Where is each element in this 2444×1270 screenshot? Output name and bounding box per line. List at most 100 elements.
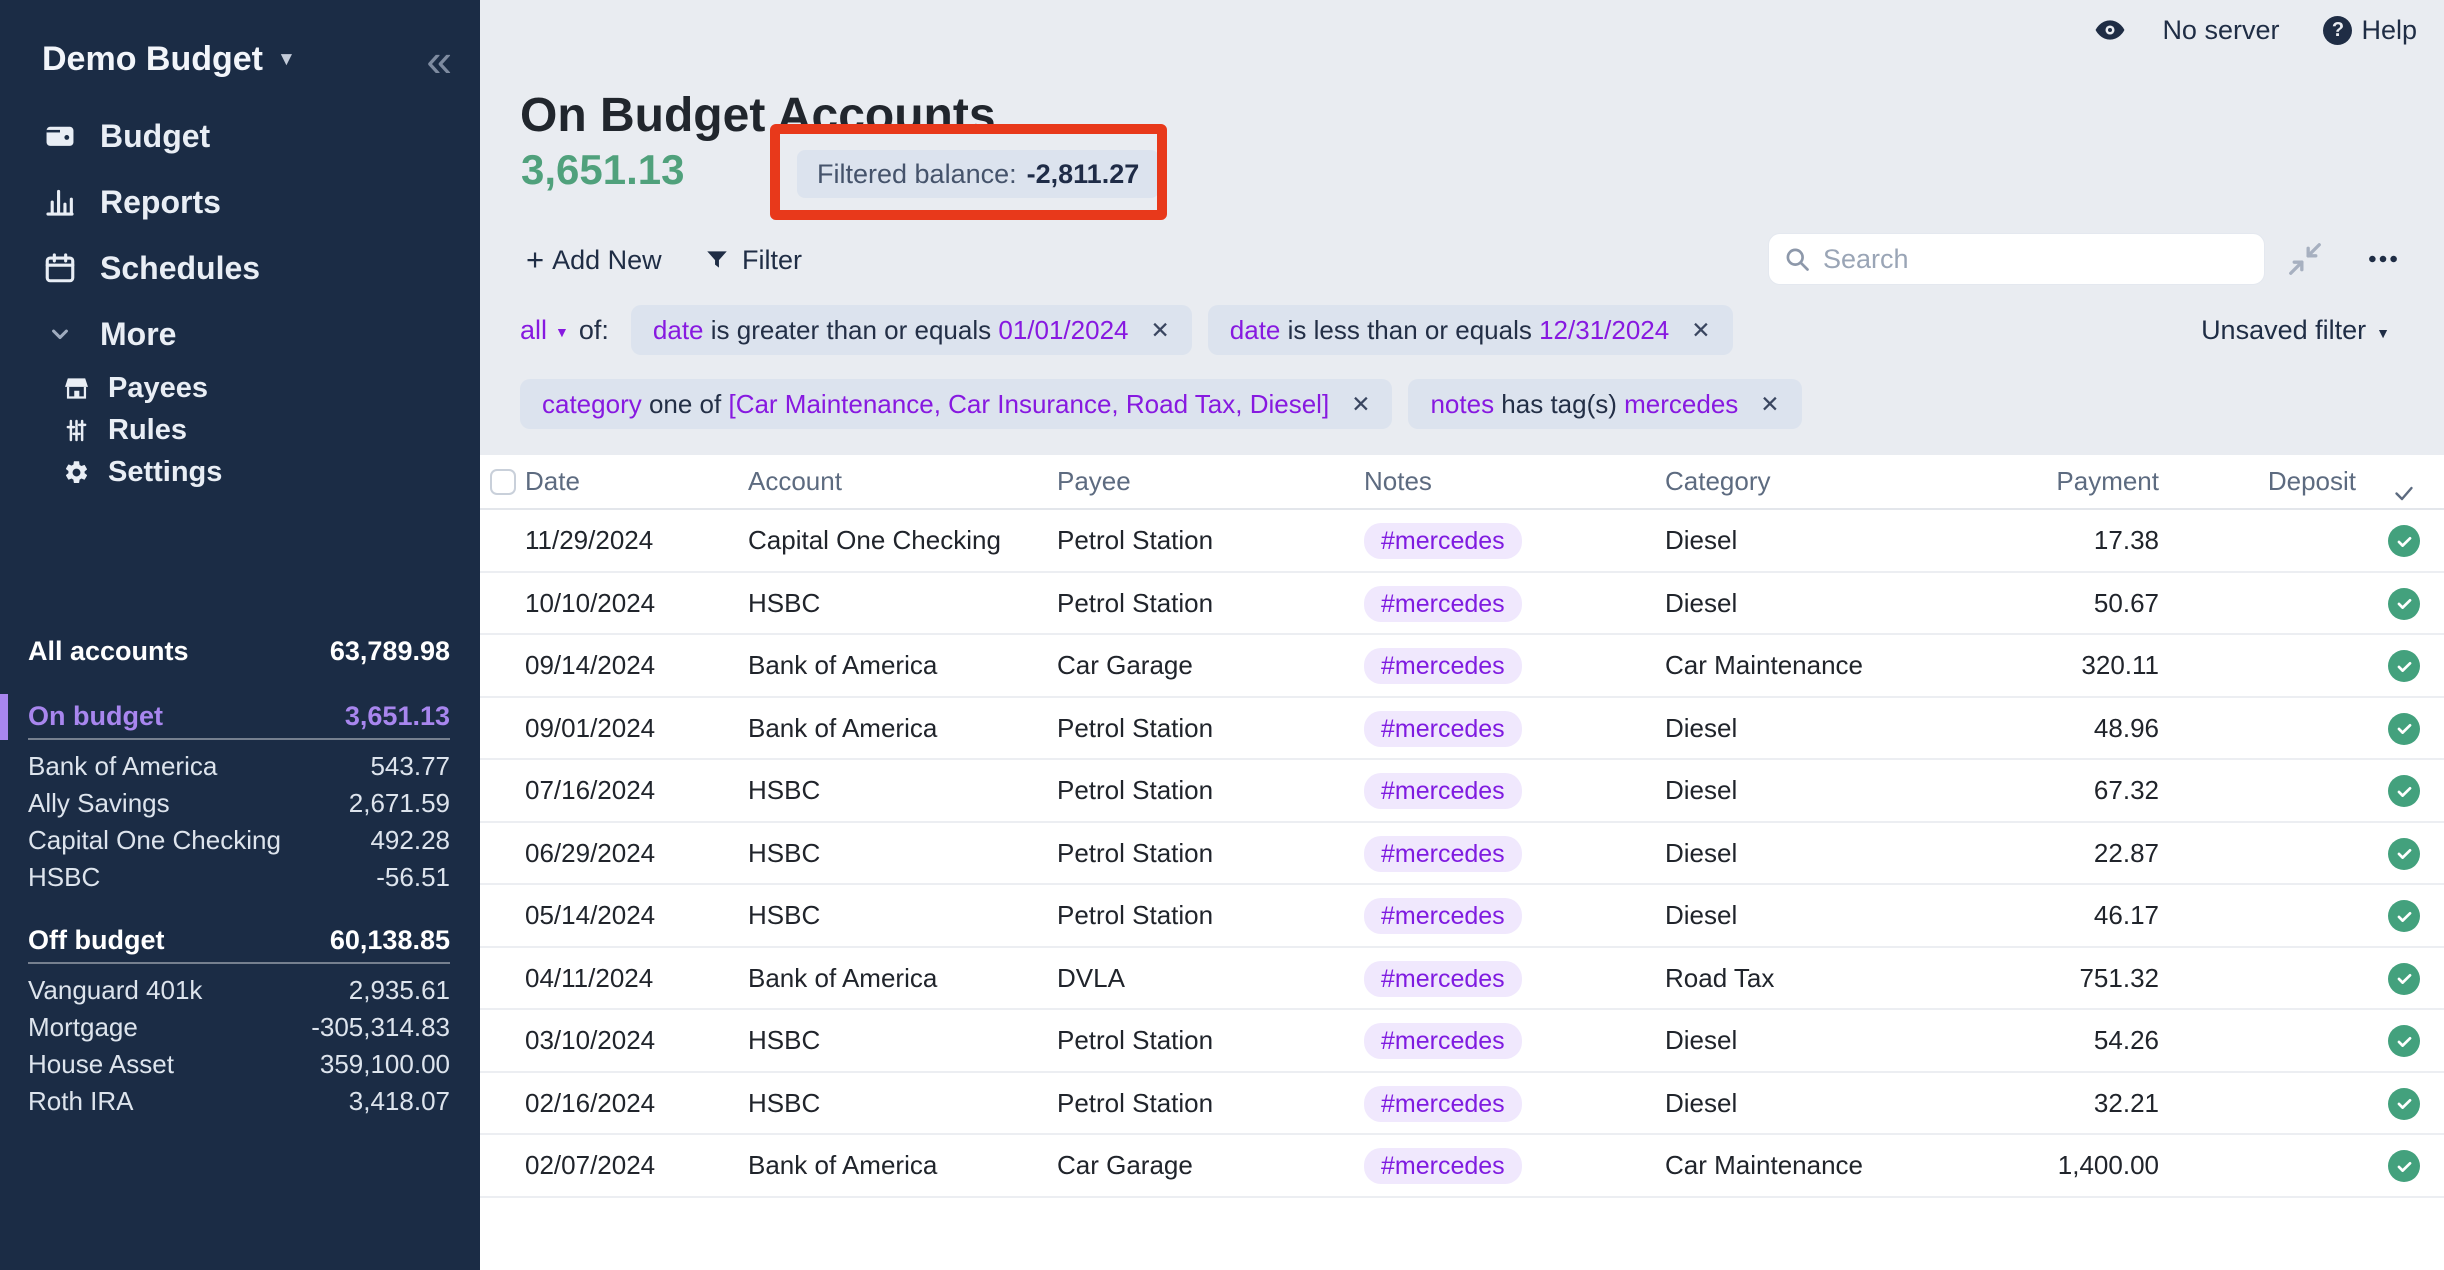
search-icon (1783, 245, 1811, 273)
remove-filter-icon[interactable]: ✕ (1351, 391, 1370, 418)
note-tag[interactable]: #mercedes (1364, 1148, 1522, 1184)
sidebar-item-settings[interactable]: Settings (0, 451, 480, 493)
account-group-header[interactable]: On budget3,651.13 (28, 694, 450, 740)
sidebar-item-schedules[interactable]: Schedules (0, 235, 480, 301)
remove-filter-icon[interactable]: ✕ (1691, 317, 1710, 344)
sidebar-item-budget[interactable]: Budget (0, 103, 480, 169)
cell-cleared[interactable] (2388, 573, 2420, 635)
accounts-balance: 3,651.13 (521, 146, 685, 194)
cell-date: 11/29/2024 (525, 510, 653, 570)
table-row[interactable]: 02/07/2024Bank of AmericaCar Garage#merc… (480, 1135, 2444, 1198)
table-row[interactable]: 03/10/2024HSBCPetrol Station#mercedesDie… (480, 1010, 2444, 1073)
filter-chip[interactable]: notes has tag(s) mercedes✕ (1408, 379, 1801, 429)
note-tag[interactable]: #mercedes (1364, 648, 1522, 684)
sidebar-item-label: Settings (108, 456, 222, 489)
note-tag[interactable]: #mercedes (1364, 711, 1522, 747)
privacy-eye-icon[interactable] (2094, 14, 2126, 46)
note-tag[interactable]: #mercedes (1364, 836, 1522, 872)
filter-chip[interactable]: date is less than or equals 12/31/2024✕ (1208, 305, 1733, 355)
column-header-payment[interactable]: Payment (2056, 455, 2159, 508)
filter-chip[interactable]: category one of [Car Maintenance, Car In… (520, 379, 1392, 429)
column-header-payee[interactable]: Payee (1057, 455, 1131, 508)
server-status[interactable]: No server (2162, 15, 2279, 46)
sidebar-item-payees[interactable]: Payees (0, 367, 480, 409)
note-tag[interactable]: #mercedes (1364, 523, 1522, 559)
account-item[interactable]: Ally Savings2,671.59 (0, 785, 480, 822)
cell-date: 04/11/2024 (525, 948, 653, 1008)
account-item[interactable]: House Asset359,100.00 (0, 1046, 480, 1083)
match-mode-value[interactable]: all (520, 315, 547, 346)
cell-cleared[interactable] (2388, 1010, 2420, 1072)
column-header-deposit[interactable]: Deposit (2268, 455, 2356, 508)
table-row[interactable]: 10/10/2024HSBCPetrol Station#mercedesDie… (480, 573, 2444, 636)
account-item[interactable]: HSBC-56.51 (0, 859, 480, 896)
unsaved-filter-label: Unsaved filter (2201, 315, 2366, 346)
all-accounts-row[interactable]: All accounts 63,789.98 (0, 630, 480, 672)
account-item[interactable]: Capital One Checking492.28 (0, 822, 480, 859)
account-item[interactable]: Roth IRA3,418.07 (0, 1083, 480, 1120)
cell-cleared[interactable] (2388, 823, 2420, 885)
column-header-category[interactable]: Category (1665, 455, 1771, 508)
table-row[interactable]: 07/16/2024HSBCPetrol Station#mercedesDie… (480, 760, 2444, 823)
select-all-checkbox[interactable] (490, 469, 516, 495)
column-header-date[interactable]: Date (525, 455, 580, 508)
account-item[interactable]: Bank of America543.77 (0, 748, 480, 785)
account-item[interactable]: Vanguard 401k2,935.61 (0, 972, 480, 1009)
sidebar-item-rules[interactable]: Rules (0, 409, 480, 451)
cell-cleared[interactable] (2388, 510, 2420, 572)
filter-chip[interactable]: date is greater than or equals 01/01/202… (631, 305, 1192, 355)
note-tag[interactable]: #mercedes (1364, 773, 1522, 809)
account-name: Roth IRA (28, 1086, 134, 1117)
search-input[interactable] (1821, 243, 2250, 276)
cell-notes: #mercedes (1364, 836, 1522, 872)
cell-account: HSBC (748, 1073, 820, 1133)
chevron-down-icon (42, 316, 78, 352)
column-header-notes[interactable]: Notes (1364, 455, 1432, 508)
table-row[interactable]: 04/11/2024Bank of AmericaDVLA#mercedesRo… (480, 948, 2444, 1011)
cell-date: 05/14/2024 (525, 885, 655, 945)
sidebar-item-reports[interactable]: Reports (0, 169, 480, 235)
unsaved-filter-menu[interactable]: Unsaved filter ▼ (2201, 315, 2390, 346)
account-item[interactable]: Mortgage-305,314.83 (0, 1009, 480, 1046)
account-balance: 492.28 (370, 825, 450, 856)
collapse-transactions-icon[interactable] (2286, 240, 2324, 278)
cleared-check-icon (2388, 1088, 2420, 1120)
table-row[interactable]: 09/01/2024Bank of AmericaPetrol Station#… (480, 698, 2444, 761)
match-caret-icon[interactable]: ▼ (555, 324, 569, 340)
cell-cleared[interactable] (2388, 885, 2420, 947)
cell-cleared[interactable] (2388, 760, 2420, 822)
cell-cleared[interactable] (2388, 948, 2420, 1010)
help-button[interactable]: ? Help (2323, 15, 2417, 46)
search-box[interactable] (1768, 233, 2265, 285)
table-row[interactable]: 02/16/2024HSBCPetrol Station#mercedesDie… (480, 1073, 2444, 1136)
budget-name[interactable]: Demo Budget (42, 40, 263, 79)
app-window: Demo Budget ▼ « Budget Reports S (0, 0, 2444, 1270)
table-row[interactable]: 06/29/2024HSBCPetrol Station#mercedesDie… (480, 823, 2444, 886)
sidebar-item-more[interactable]: More (0, 301, 480, 367)
account-group-header[interactable]: Off budget60,138.85 (28, 918, 450, 964)
add-new-button[interactable]: + Add New (526, 243, 662, 277)
remove-filter-icon[interactable]: ✕ (1151, 317, 1170, 344)
more-menu-icon[interactable] (2366, 242, 2400, 276)
table-row[interactable]: 09/14/2024Bank of AmericaCar Garage#merc… (480, 635, 2444, 698)
table-row[interactable]: 11/29/2024Capital One CheckingPetrol Sta… (480, 510, 2444, 573)
main-panel: No server ? Help On Budget Accounts 3,65… (480, 0, 2444, 1270)
note-tag[interactable]: #mercedes (1364, 898, 1522, 934)
note-tag[interactable]: #mercedes (1364, 961, 1522, 997)
budget-switcher[interactable]: Demo Budget ▼ « (42, 40, 452, 79)
note-tag[interactable]: #mercedes (1364, 586, 1522, 622)
note-tag[interactable]: #mercedes (1364, 1086, 1522, 1122)
remove-filter-icon[interactable]: ✕ (1760, 391, 1779, 418)
cell-cleared[interactable] (2388, 1135, 2420, 1197)
cell-cleared[interactable] (2388, 1073, 2420, 1135)
column-header-account[interactable]: Account (748, 455, 842, 508)
note-tag[interactable]: #mercedes (1364, 1023, 1522, 1059)
collapse-sidebar-icon[interactable]: « (426, 45, 452, 75)
column-header-cleared[interactable] (2386, 455, 2422, 508)
cell-cleared[interactable] (2388, 635, 2420, 697)
filter-button[interactable]: Filter (704, 243, 802, 277)
table-row[interactable]: 05/14/2024HSBCPetrol Station#mercedesDie… (480, 885, 2444, 948)
cell-category: Car Maintenance (1665, 635, 1863, 695)
cell-account: Bank of America (748, 948, 937, 1008)
cell-cleared[interactable] (2388, 698, 2420, 760)
